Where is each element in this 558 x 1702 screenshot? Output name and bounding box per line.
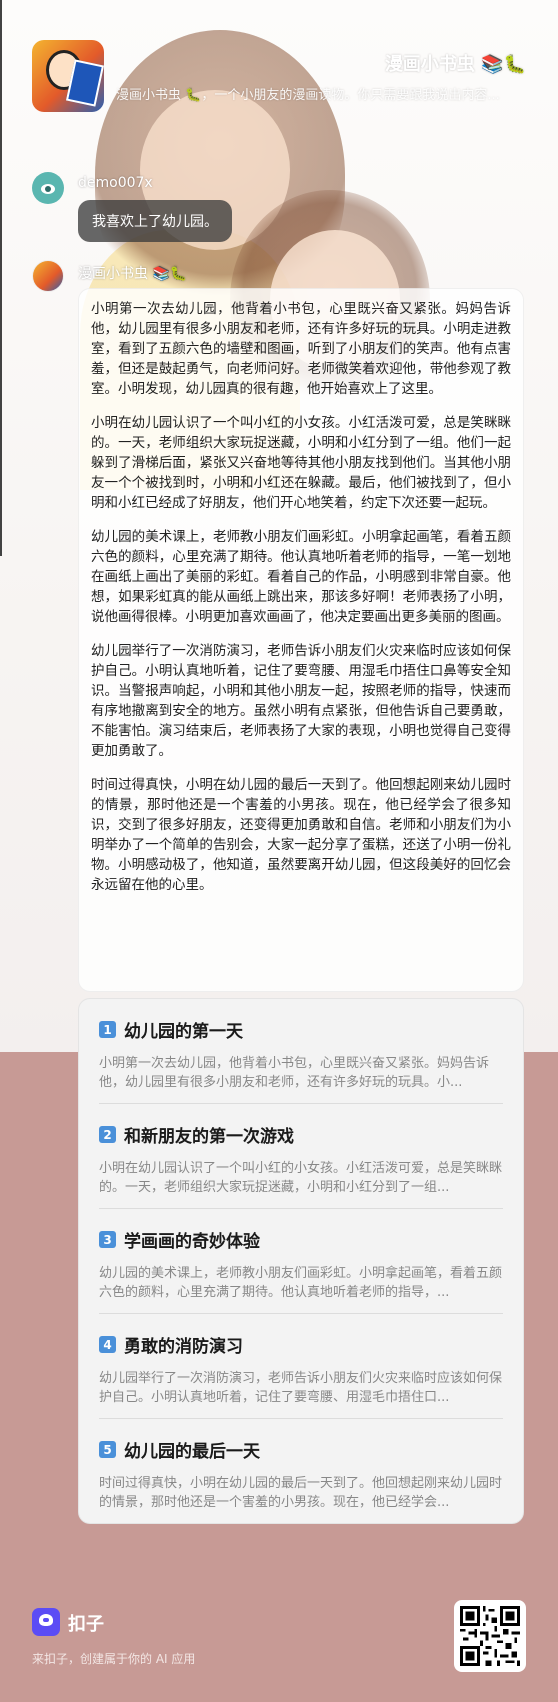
chapter-list-card: 1 幼儿园的第一天 小明第一次去幼儿园，他背着小书包，心里既兴奋又紧张。妈妈告诉… [78, 998, 524, 1524]
chapter-excerpt: 小明在幼儿园认识了一个叫小红的小女孩。小红活泼可爱，总是笑眯眯的。一天，老师组织… [99, 1161, 503, 1195]
story-paragraph: 小明在幼儿园认识了一个叫小红的小女孩。小红活泼可爱，总是笑眯眯的。一天，老师组织… [91, 415, 511, 511]
chapter-item[interactable]: 3 学画画的奇妙体验 幼儿园的美术课上，老师教小朋友们画彩虹。小明拿起画笔，看着… [99, 1209, 503, 1314]
story-paragraph: 时间过得真快，小明在幼儿园的最后一天到了。他回想起刚来幼儿园时的情景，那时他还是… [91, 777, 511, 893]
chapter-number-badge: 3 [99, 1231, 116, 1248]
chapter-number-badge: 4 [99, 1336, 116, 1353]
chapter-item[interactable]: 4 勇敢的消防演习 幼儿园举行了一次消防演习，老师告诉小朋友们火灾来临时应该如何… [99, 1314, 503, 1419]
chapter-number-badge: 5 [99, 1441, 116, 1458]
chapter-excerpt: 幼儿园举行了一次消防演习，老师告诉小朋友们火灾来临时应该如何保护自己。小明认真地… [99, 1371, 503, 1405]
chapter-number-badge: 1 [99, 1021, 116, 1038]
brand-slogan: 来扣子，创建属于你的 AI 应用 [32, 1652, 196, 1666]
user-message-bubble: 我喜欢上了幼儿园。 [78, 200, 232, 242]
chapter-title: 幼儿园的第一天 [124, 1022, 243, 1042]
story-message-card: 小明第一次去幼儿园，他背着小书包，心里既兴奋又紧张。妈妈告诉他，幼儿园里有很多小… [78, 288, 524, 992]
user-avatar [32, 172, 64, 204]
chapter-excerpt: 时间过得真快，小明在幼儿园的最后一天到了。他回想起刚来幼儿园时的情景，那时他还是… [99, 1476, 503, 1510]
footer: 扣子 来扣子，创建属于你的 AI 应用 [32, 1600, 526, 1672]
bot-avatar [32, 260, 64, 292]
chapter-title: 幼儿园的最后一天 [124, 1442, 260, 1462]
user-name: demo007x [78, 175, 153, 191]
bot-description: 漫画小书虫 🐛，一个小朋友的漫画读物。你只需要跟我说出内容... [116, 88, 500, 103]
chapter-title: 和新朋友的第一次游戏 [124, 1127, 294, 1147]
qr-code-icon[interactable] [454, 1600, 526, 1672]
chapter-title: 勇敢的消防演习 [124, 1337, 243, 1357]
story-paragraph: 幼儿园的美术课上，老师教小朋友们画彩虹。小明拿起画笔，看着五颜六色的颜料，心里充… [91, 529, 511, 625]
coze-logo-icon [32, 1608, 60, 1636]
chapter-number-badge: 2 [99, 1126, 116, 1143]
chapter-excerpt: 幼儿园的美术课上，老师教小朋友们画彩虹。小明拿起画笔，看着五颜六色的颜料，心里充… [99, 1266, 503, 1300]
bot-header: 漫画小书虫 📚🐛 漫画小书虫 🐛，一个小朋友的漫画读物。你只需要跟我说出内容..… [32, 40, 526, 112]
chapter-item[interactable]: 5 幼儿园的最后一天 时间过得真快，小明在幼儿园的最后一天到了。他回想起刚来幼儿… [99, 1419, 503, 1524]
chapter-item[interactable]: 1 幼儿园的第一天 小明第一次去幼儿园，他背着小书包，心里既兴奋又紧张。妈妈告诉… [99, 999, 503, 1104]
story-paragraph: 小明第一次去幼儿园，他背着小书包，心里既兴奋又紧张。妈妈告诉他，幼儿园里有很多小… [91, 301, 511, 397]
brand-name: 扣子 [68, 1614, 104, 1635]
bot-title: 漫画小书虫 📚🐛 [384, 54, 526, 75]
chapter-excerpt: 小明第一次去幼儿园，他背着小书包，心里既兴奋又紧张。妈妈告诉他，幼儿园里有很多小… [99, 1056, 490, 1090]
bot-name: 漫画小书虫 📚🐛 [78, 266, 188, 282]
chapter-item[interactable]: 2 和新朋友的第一次游戏 小明在幼儿园认识了一个叫小红的小女孩。小红活泼可爱，总… [99, 1104, 503, 1209]
bot-logo [32, 40, 104, 112]
chapter-title: 学画画的奇妙体验 [124, 1232, 260, 1252]
story-paragraph: 幼儿园举行了一次消防演习，老师告诉小朋友们火灾来临时应该如何保护自己。小明认真地… [91, 643, 511, 759]
